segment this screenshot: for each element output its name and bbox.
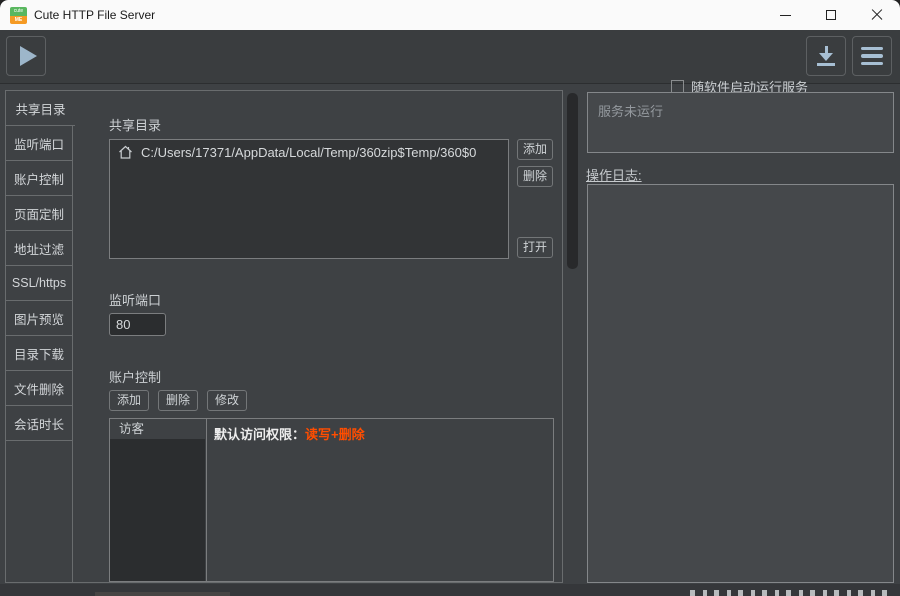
port-section-label: 监听端口 — [109, 293, 162, 308]
app-logo-bottom: ME — [10, 16, 27, 24]
sidebar-tabbar: 共享目录 监听端口 账户控制 页面定制 地址过滤 SSL/https 图片预览 … — [5, 90, 75, 583]
clipped-text-artifact — [690, 590, 895, 596]
maximize-button[interactable] — [808, 0, 854, 30]
service-status-text: 服务未运行 — [598, 104, 664, 119]
tab-address-filter[interactable]: 地址过滤 — [6, 231, 72, 266]
tab-share-dir[interactable]: 共享目录 — [6, 91, 75, 126]
default-permission-value: 读写+删除 — [305, 427, 365, 442]
autostart-checkbox[interactable] — [671, 79, 684, 93]
share-open-button[interactable]: 打开 — [517, 237, 553, 258]
default-permission-label: 默认访问权限： — [214, 427, 306, 442]
tab-listen-port[interactable]: 监听端口 — [6, 126, 72, 161]
app-logo-top: cute — [10, 7, 27, 16]
share-add-button[interactable]: 添加 — [517, 139, 553, 160]
operation-log-label: 操作日志: — [586, 168, 642, 183]
tab-dir-download[interactable]: 目录下载 — [6, 336, 72, 371]
maximize-icon — [826, 10, 836, 20]
close-button[interactable] — [854, 0, 900, 30]
tab-file-delete[interactable]: 文件删除 — [6, 371, 72, 406]
home-icon — [119, 145, 132, 159]
share-delete-button[interactable]: 删除 — [517, 166, 553, 187]
toolbar: 随软件启动运行服务 — [0, 30, 900, 95]
settings-pane: 共享目录 C:/Users/17371/AppData/Local/Temp/3… — [72, 90, 563, 583]
scrollbar-thumb[interactable] — [567, 93, 578, 269]
hamburger-icon — [861, 46, 883, 66]
account-user-item-guest[interactable]: 访客 — [110, 419, 206, 439]
download-icon — [816, 46, 836, 66]
account-add-button[interactable]: 添加 — [109, 390, 149, 411]
tab-session-duration[interactable]: 会话时长 — [6, 406, 72, 441]
share-dir-path: C:/Users/17371/AppData/Local/Temp/360zip… — [141, 145, 477, 160]
minimize-icon — [779, 14, 791, 16]
tab-account-control[interactable]: 账户控制 — [6, 161, 72, 196]
tab-page-custom[interactable]: 页面定制 — [6, 196, 72, 231]
bottom-strip — [0, 584, 900, 596]
download-button[interactable] — [806, 36, 846, 76]
tab-image-preview[interactable]: 图片预览 — [6, 301, 72, 336]
account-user-list-body — [110, 439, 205, 581]
window-title: Cute HTTP File Server — [34, 8, 156, 22]
tab-ssl-https[interactable]: SSL/https — [6, 266, 72, 301]
title-bar: cute ME Cute HTTP File Server — [0, 0, 900, 30]
default-permission-text: 默认访问权限：读写+删除 — [214, 424, 365, 443]
account-modify-button[interactable]: 修改 — [207, 390, 247, 411]
service-status-box: 服务未运行 — [587, 92, 894, 153]
account-delete-button[interactable]: 删除 — [158, 390, 198, 411]
share-dir-item[interactable]: C:/Users/17371/AppData/Local/Temp/360zip… — [110, 140, 508, 165]
minimize-button[interactable] — [762, 0, 808, 30]
share-dir-list[interactable]: C:/Users/17371/AppData/Local/Temp/360zip… — [109, 139, 509, 259]
tabbar-empty-area — [6, 441, 72, 573]
share-dir-section-label: 共享目录 — [109, 118, 162, 133]
close-icon — [871, 9, 883, 21]
account-user-list[interactable]: 访客 — [110, 419, 207, 581]
play-icon — [19, 46, 37, 66]
app-logo-icon: cute ME — [10, 7, 27, 24]
operation-log-area[interactable] — [587, 184, 894, 583]
account-table: 访客 默认访问权限：读写+删除 — [109, 418, 554, 582]
menu-button[interactable] — [852, 36, 892, 76]
app-window: cute ME Cute HTTP File Server 随软件启动运行服务 … — [0, 0, 900, 596]
vertical-scrollbar[interactable] — [566, 90, 579, 583]
clipped-artifact-left — [95, 592, 230, 596]
account-section-label: 账户控制 — [109, 370, 162, 385]
port-input[interactable] — [109, 313, 166, 336]
start-service-button[interactable] — [6, 36, 46, 76]
